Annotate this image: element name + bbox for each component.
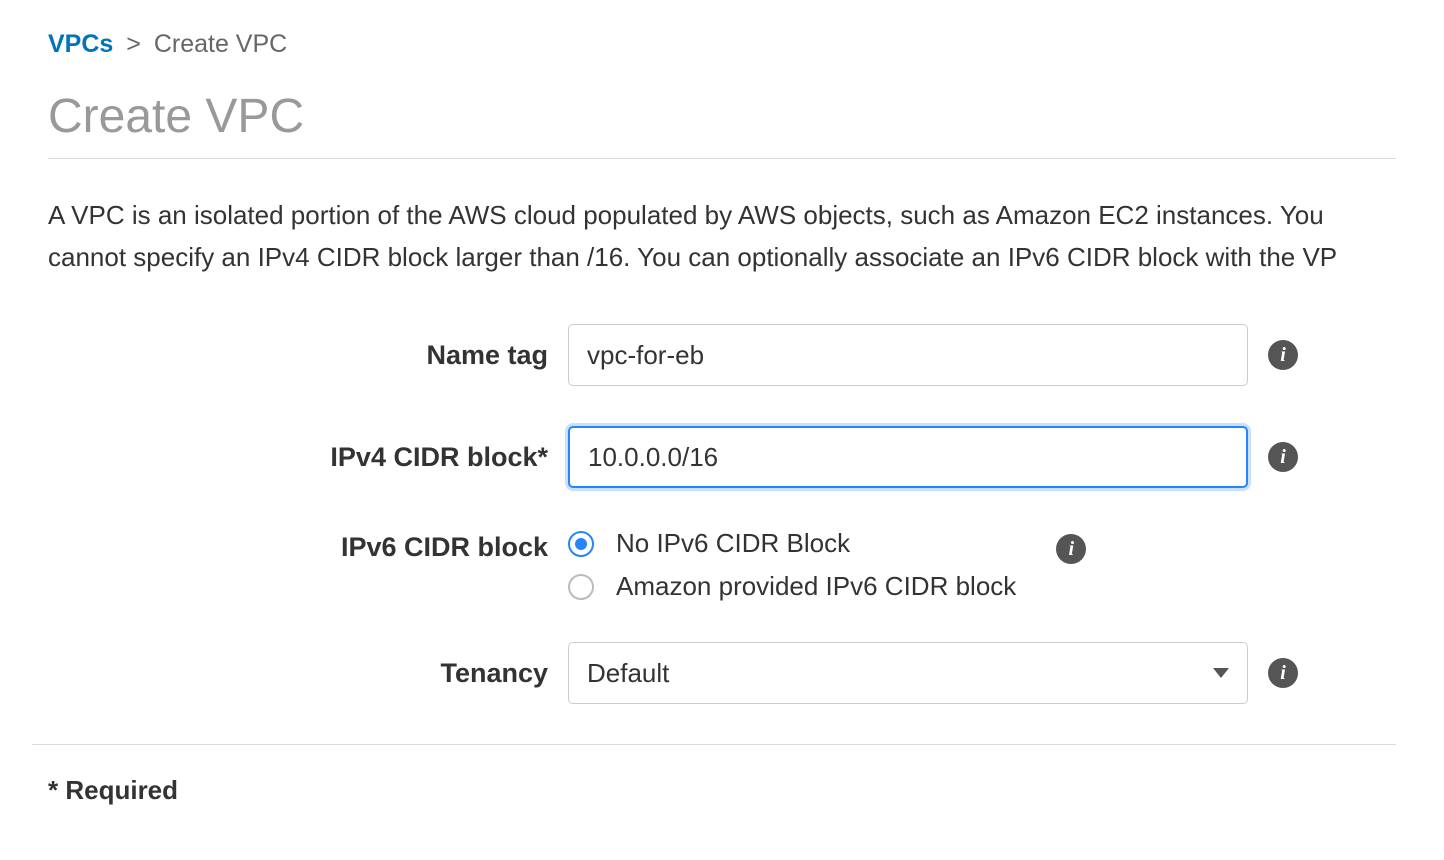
label-tenancy: Tenancy (48, 658, 568, 689)
breadcrumb-separator: > (126, 30, 141, 58)
row-tenancy: Tenancy Default i (48, 642, 1396, 704)
input-ipv4-cidr[interactable] (568, 426, 1248, 488)
radio-label-ipv6-amazon: Amazon provided IPv6 CIDR block (616, 571, 1016, 602)
row-ipv6-cidr: IPv6 CIDR block No IPv6 CIDR Block Amazo… (48, 528, 1396, 602)
input-name-tag[interactable] (568, 324, 1248, 386)
label-name-tag: Name tag (48, 340, 568, 371)
breadcrumb-link-vpcs[interactable]: VPCs (48, 30, 113, 58)
info-icon[interactable]: i (1268, 658, 1298, 688)
label-ipv4-cidr: IPv4 CIDR block* (48, 442, 568, 473)
row-ipv4-cidr: IPv4 CIDR block* i (48, 426, 1396, 488)
radio-circle-icon (568, 574, 594, 600)
radio-circle-icon (568, 531, 594, 557)
page-title: Create VPC (48, 89, 1396, 144)
breadcrumb: VPCs > Create VPC (48, 30, 1396, 59)
row-name-tag: Name tag i (48, 324, 1396, 386)
select-tenancy-value: Default (587, 658, 669, 689)
footer-divider (32, 744, 1396, 745)
info-icon[interactable]: i (1268, 442, 1298, 472)
required-note: * Required (48, 775, 1396, 806)
info-icon[interactable]: i (1268, 340, 1298, 370)
radio-label-ipv6-none: No IPv6 CIDR Block (616, 528, 850, 559)
info-icon[interactable]: i (1056, 534, 1086, 564)
breadcrumb-current: Create VPC (154, 30, 287, 58)
select-tenancy[interactable]: Default (568, 642, 1248, 704)
radio-ipv6-amazon[interactable]: Amazon provided IPv6 CIDR block (568, 571, 1016, 602)
label-ipv6-cidr: IPv6 CIDR block (48, 528, 568, 563)
page-description: A VPC is an isolated portion of the AWS … (48, 195, 1396, 278)
title-divider (48, 158, 1396, 159)
chevron-down-icon (1213, 668, 1229, 678)
radio-ipv6-none[interactable]: No IPv6 CIDR Block (568, 528, 1016, 559)
